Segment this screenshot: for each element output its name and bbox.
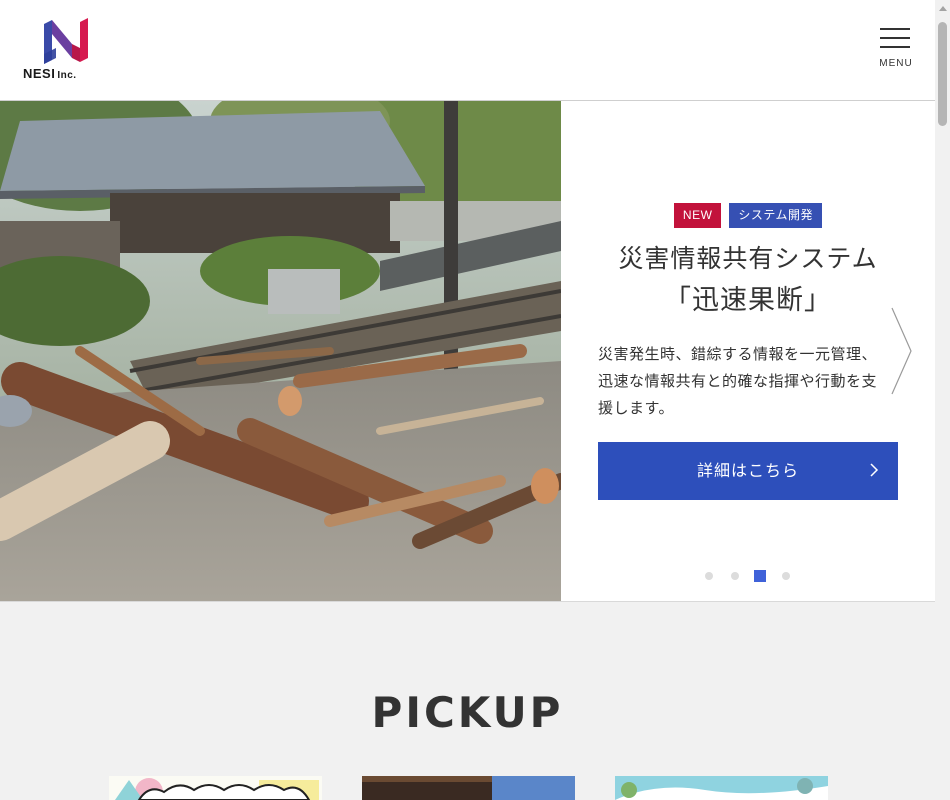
page-scrollbar[interactable]: [935, 0, 950, 800]
pickup-card-image-2: [362, 776, 575, 800]
hero-content: NEW システム開発 災害情報共有システム 「迅速果断」 災害発生時、錯綜する情報…: [561, 101, 935, 601]
slider-dot-1[interactable]: [705, 572, 713, 580]
disaster-photo: [0, 101, 561, 601]
next-arrow-icon[interactable]: [888, 306, 916, 396]
hero-description: 災害発生時、錯綜する情報を一元管理、迅速な情報共有と的確な指揮や行動を支援します…: [598, 345, 878, 417]
hero-slider: NEW システム開発 災害情報共有システム 「迅速果断」 災害発生時、錯綜する情報…: [0, 101, 935, 602]
hero-image: [0, 101, 561, 601]
category-badge[interactable]: システム開発: [729, 203, 823, 228]
menu-button[interactable]: MENU: [873, 26, 919, 74]
pickup-card-1[interactable]: [109, 776, 322, 800]
new-badge: NEW: [673, 203, 722, 228]
pickup-card-2[interactable]: [362, 776, 575, 800]
logo-text: NESI Inc.: [23, 66, 77, 81]
pickup-heading: PICKUP: [371, 688, 564, 737]
site-header: NESI Inc. MENU: [0, 0, 935, 101]
chevron-right-icon: [870, 463, 879, 477]
slider-dot-4[interactable]: [782, 572, 790, 580]
pickup-card-3[interactable]: [615, 776, 828, 800]
hero-title: 災害情報共有システム 「迅速果断」: [561, 238, 935, 322]
menu-icon: [880, 28, 910, 30]
pickup-card-image-1: [109, 776, 322, 800]
hero-title-line2: 「迅速果断」: [664, 285, 832, 316]
scrollbar-thumb[interactable]: [938, 22, 947, 126]
menu-label: MENU: [879, 58, 913, 69]
pickup-card-image-3: [615, 776, 828, 800]
scroll-up-arrow-icon[interactable]: [939, 6, 947, 11]
hero-tags: NEW システム開発: [561, 203, 935, 228]
details-button-label: 詳細はこちら: [696, 461, 799, 480]
hero-title-line1: 災害情報共有システム: [618, 244, 878, 273]
slider-dot-3[interactable]: [754, 570, 766, 582]
details-button[interactable]: 詳細はこちら: [598, 442, 898, 500]
slider-dot-2[interactable]: [731, 572, 739, 580]
